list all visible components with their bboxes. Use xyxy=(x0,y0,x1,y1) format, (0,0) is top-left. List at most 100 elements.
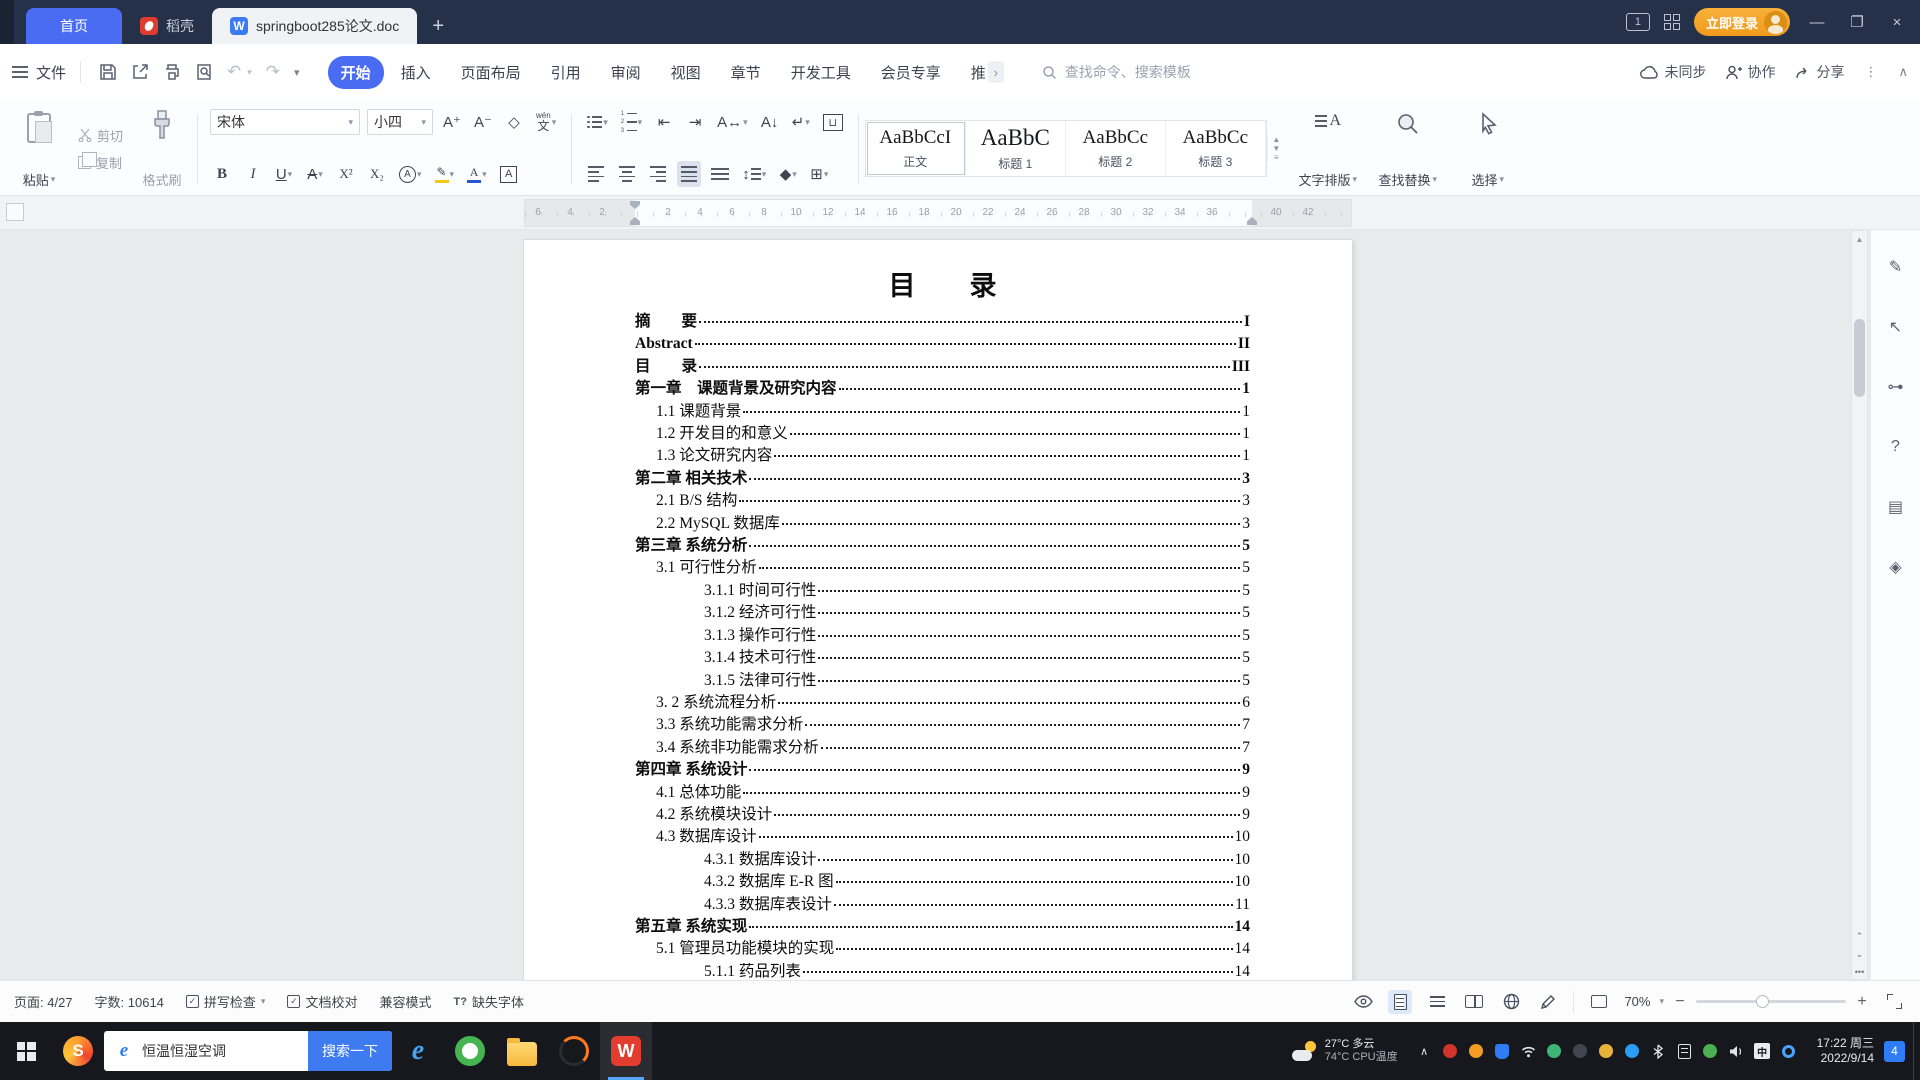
enclosed-char-button[interactable]: A ▾ xyxy=(396,161,425,187)
page-indicator[interactable]: 页面: 4/27 xyxy=(14,992,73,1011)
collaborate-button[interactable]: 协作 xyxy=(1726,62,1775,82)
select-tool-button[interactable]: 选择 ▾ xyxy=(1451,106,1525,191)
wps-app-button[interactable]: W xyxy=(600,1022,652,1080)
toc-entry[interactable]: 目 录 III xyxy=(524,356,1352,378)
format-painter-button[interactable]: 格式刷 xyxy=(133,106,191,191)
show-desktop-button[interactable] xyxy=(1913,1022,1920,1080)
toc-entry[interactable]: 1.1 课题背景 1 xyxy=(524,401,1352,423)
undo-caret-icon[interactable]: ▾ xyxy=(247,67,252,78)
toc-entry[interactable]: 第五章 系统实现 14 xyxy=(524,916,1352,938)
toc-entry[interactable]: 3.1.4 技术可行性 5 xyxy=(524,647,1352,669)
pinyin-guide-icon[interactable]: wén 文 ▾ xyxy=(533,109,559,135)
redo-button[interactable]: ↷ xyxy=(266,62,280,82)
zoom-out-button[interactable]: − xyxy=(1673,993,1687,1011)
distribute-button[interactable] xyxy=(708,161,732,187)
notification-badge[interactable]: 4 xyxy=(1884,1040,1905,1062)
green-browser-button[interactable] xyxy=(444,1022,496,1080)
eye-protect-icon[interactable] xyxy=(1351,990,1375,1014)
spell-check-toggle[interactable]: ✓ 拼写检查 ▾ xyxy=(185,992,265,1011)
menu-tab-5[interactable]: 审阅 xyxy=(598,56,654,89)
ruler-corner-box[interactable] xyxy=(6,203,24,221)
proofing-toggle[interactable]: ✓ 文档校对 xyxy=(287,992,357,1011)
clipboard-icon[interactable] xyxy=(1676,1043,1693,1060)
decrease-font-icon[interactable]: A⁻ xyxy=(471,109,495,135)
minimize-button[interactable]: — xyxy=(1804,14,1830,31)
scroll-up-icon[interactable]: ▲ xyxy=(1852,231,1867,247)
toc-entry[interactable]: 3. 2 系统流程分析 6 xyxy=(524,692,1352,714)
ink-pen-icon[interactable] xyxy=(1536,990,1560,1014)
menu-tab-8[interactable]: 开发工具 xyxy=(778,56,864,89)
menu-tabs-overflow-icon[interactable]: › xyxy=(987,61,1004,83)
compatibility-mode-label[interactable]: 兼容模式 xyxy=(379,992,431,1011)
save-button[interactable] xyxy=(99,63,117,81)
print-preview-button[interactable] xyxy=(195,63,213,81)
security-ball-tray-icon[interactable] xyxy=(1468,1043,1485,1060)
italic-button[interactable]: I xyxy=(241,161,265,187)
start-button[interactable] xyxy=(0,1022,52,1080)
tab-home[interactable]: 首页 xyxy=(26,8,122,44)
paste-button[interactable]: 粘贴 ▾ xyxy=(10,106,68,191)
qq-tray-icon[interactable] xyxy=(1624,1043,1641,1060)
tab-document[interactable]: W springboot285论文.doc xyxy=(212,8,418,44)
toc-entry[interactable]: 4.1 总体功能 9 xyxy=(524,782,1352,804)
toc-entry[interactable]: 第二章 相关技术 3 xyxy=(524,468,1352,490)
toc-entry[interactable]: 1.2 开发目的和意义 1 xyxy=(524,423,1352,445)
weather-cpu-widget[interactable]: 27°C 多云 74°C CPU温度 xyxy=(1284,1038,1406,1064)
toc-entry[interactable]: 3.1.5 法律可行性 5 xyxy=(524,670,1352,692)
toc-entry[interactable]: 第一章 课题背景及研究内容 1 xyxy=(524,378,1352,400)
increase-indent-icon[interactable]: ⇥ xyxy=(683,109,707,135)
text-layout-button[interactable]: A 文字排版 ▾ xyxy=(1291,106,1365,191)
style-item-正文[interactable]: AaBbCcI 正文 xyxy=(866,121,966,176)
toc-entry[interactable]: 3.1.2 经济可行性 5 xyxy=(524,602,1352,624)
browser-ring-tray-icon[interactable] xyxy=(1780,1043,1797,1060)
help-icon[interactable]: ? xyxy=(1881,432,1911,462)
taskbar-search-text[interactable]: 恒温恒湿空调 xyxy=(142,1041,308,1061)
vertical-scrollbar-thumb[interactable] xyxy=(1854,319,1865,397)
menu-tab-1[interactable]: 开始 xyxy=(327,55,384,89)
decrease-indent-icon[interactable]: ⇤ xyxy=(652,109,676,135)
two-page-view-icon[interactable] xyxy=(1462,990,1486,1014)
volume-icon[interactable] xyxy=(1728,1043,1745,1060)
stamp-icon[interactable]: ◈ xyxy=(1881,552,1911,582)
fullscreen-icon[interactable] xyxy=(1882,990,1906,1014)
toc-entry[interactable]: 3.4 系统非功能需求分析 7 xyxy=(524,737,1352,759)
align-right-button[interactable] xyxy=(646,161,670,187)
zoom-caret-icon[interactable]: ▾ xyxy=(1659,996,1664,1007)
menu-tab-10[interactable]: 推 › xyxy=(958,55,1006,89)
toc-entry[interactable]: Abstract II xyxy=(524,333,1352,355)
read-mode-icon[interactable]: ⊶ xyxy=(1881,372,1911,402)
document-page[interactable]: 目 录 摘 要 I Abstract II 目 录 III 第一章 课题背景及研究内容 1 1.… xyxy=(524,240,1352,980)
numbered-list-button[interactable]: ▾ xyxy=(618,109,645,135)
zoom-in-button[interactable]: + xyxy=(1855,993,1869,1011)
missing-font-warning[interactable]: T? 缺失字体 xyxy=(453,992,523,1011)
share-button[interactable]: 分享 xyxy=(1795,62,1844,82)
borders-button[interactable]: ⊞ ▾ xyxy=(807,161,831,187)
sort-button[interactable]: A↓ xyxy=(758,109,782,135)
vertical-scrollbar[interactable]: ▲ ⌃ ⌄ ••• xyxy=(1851,230,1868,980)
s-browser-button[interactable]: S xyxy=(52,1022,104,1080)
close-button[interactable]: × xyxy=(1884,14,1910,31)
toc-entry[interactable]: 4.3.3 数据库表设计 11 xyxy=(524,894,1352,916)
toc-entry[interactable]: 4.2 系统模块设计 9 xyxy=(524,804,1352,826)
previous-page-icon[interactable]: ⌃ xyxy=(1856,931,1864,942)
toc-entry[interactable]: 3.1 可行性分析 5 xyxy=(524,557,1352,579)
more-menu-icon[interactable]: ⋮ xyxy=(1864,64,1878,80)
collapse-ribbon-icon[interactable]: ∧ xyxy=(1898,64,1908,80)
menu-tab-9[interactable]: 会员专享 xyxy=(868,56,954,89)
style-item-标题 2[interactable]: AaBbCc 标题 2 xyxy=(1066,121,1166,176)
underline-button[interactable]: U ▾ xyxy=(272,161,296,187)
toc-entry[interactable]: 2.1 B/S 结构 3 xyxy=(524,490,1352,512)
toc-entry[interactable]: 5.1 管理员功能模块的实现 14 xyxy=(524,938,1352,960)
show-marks-button[interactable]: ↵ ▾ xyxy=(789,109,813,135)
taskbar-search-box[interactable]: e 恒温恒湿空调 搜索一下 xyxy=(104,1031,392,1071)
find-replace-button[interactable]: 查找替换 ▾ xyxy=(1371,106,1445,191)
right-indent-marker[interactable] xyxy=(1247,217,1257,225)
word-count[interactable]: 字数: 10614 xyxy=(95,992,164,1011)
copy-button[interactable]: 复制 xyxy=(78,151,123,172)
status-green-tray-icon[interactable] xyxy=(1702,1043,1719,1060)
dark-app-tray-icon[interactable] xyxy=(1572,1043,1589,1060)
taskbar-clock[interactable]: 17:22 周三 2022/9/14 xyxy=(1807,1036,1884,1066)
increase-font-icon[interactable]: A⁺ xyxy=(440,109,464,135)
style-scroll-up-icon[interactable]: ▲ xyxy=(1268,135,1285,144)
line-spacing-button[interactable]: ↕ ▾ xyxy=(739,161,769,187)
